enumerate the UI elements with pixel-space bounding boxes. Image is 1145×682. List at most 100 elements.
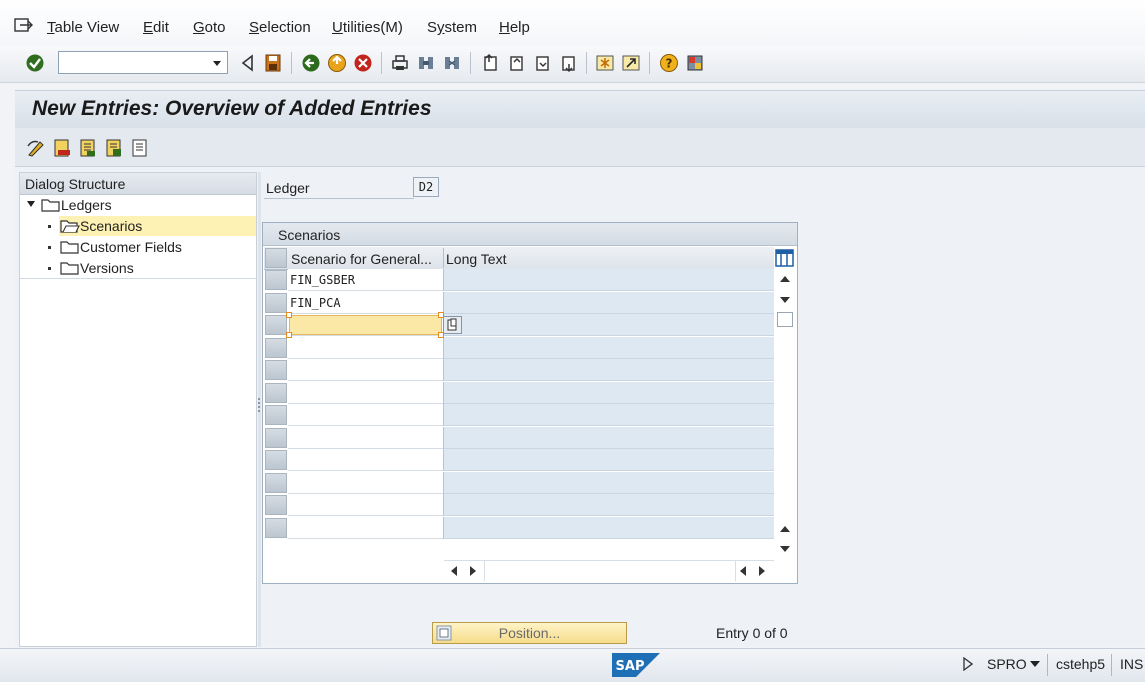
table-row-long-text-cell (443, 426, 774, 449)
active-input-cell[interactable] (289, 315, 442, 335)
scenario-value: FIN_PCA (290, 295, 341, 310)
expand-triangle-icon[interactable] (27, 200, 35, 208)
menu-item-edit[interactable]: Edit (143, 19, 169, 36)
table-row-scenario-cell[interactable] (288, 449, 443, 471)
create-session-icon[interactable] (595, 53, 615, 73)
exit-orange-icon[interactable] (327, 53, 347, 73)
dialog-structure-title: Dialog Structure (25, 176, 126, 192)
table-row-scenario-cell[interactable] (288, 404, 443, 426)
print-icon[interactable] (390, 53, 410, 73)
cancel-red-icon[interactable] (353, 53, 373, 73)
deselect-all-icon[interactable] (130, 138, 150, 158)
display-change-icon[interactable] (26, 138, 46, 158)
table-row-long-text-cell (443, 404, 774, 426)
menu-item-table-view[interactable]: Table View (47, 19, 119, 36)
scroll-right-icon[interactable] (758, 566, 766, 576)
menu-item-system[interactable]: System (427, 19, 477, 36)
scroll-right-icon[interactable] (469, 566, 477, 576)
table-settings-icon[interactable] (775, 249, 794, 267)
status-expand-icon[interactable] (963, 657, 973, 671)
select-block-icon[interactable] (104, 138, 124, 158)
scroll-down-icon[interactable] (779, 545, 791, 553)
chevron-down-icon[interactable] (210, 56, 224, 70)
tree-node-ledgers[interactable]: Ledgers (61, 197, 112, 213)
help-icon[interactable]: ? (659, 53, 679, 73)
enter-check-icon[interactable] (25, 53, 45, 73)
toolbar-separator (586, 52, 587, 74)
column-header-long-text[interactable]: Long Text (446, 251, 506, 267)
scroll-left-icon[interactable] (739, 566, 747, 576)
table-row-scenario-cell[interactable] (288, 471, 443, 494)
row-selector[interactable] (265, 427, 287, 448)
value-help-icon[interactable] (443, 316, 462, 334)
toolbar-separator (291, 52, 292, 74)
table-row-scenario-cell[interactable] (288, 426, 443, 449)
folder-icon (60, 241, 79, 254)
row-selector[interactable] (265, 360, 287, 380)
row-selector[interactable] (265, 315, 287, 335)
row-selector[interactable] (265, 337, 287, 358)
tree-node-versions[interactable]: Versions (80, 260, 134, 276)
entry-counter: Entry 0 of 0 (716, 625, 788, 641)
row-selector[interactable] (265, 472, 287, 493)
tree-node-scenarios[interactable]: Scenarios (80, 218, 142, 234)
table-row-long-text-cell (443, 449, 774, 471)
shortcut-icon[interactable] (621, 53, 641, 73)
select-all-icon[interactable] (78, 138, 98, 158)
folder-icon (60, 262, 79, 275)
transaction-code: SPRO (987, 656, 1027, 672)
folder-icon (41, 199, 60, 212)
tree-divider (20, 278, 256, 279)
table-row-scenario-cell[interactable] (288, 336, 443, 359)
table-row-long-text-cell (443, 291, 774, 314)
table-row-long-text-cell (443, 359, 774, 381)
column-header-scenario[interactable]: Scenario for General... (291, 251, 441, 267)
back-triangle-icon[interactable] (238, 53, 258, 73)
row-selector[interactable] (265, 405, 287, 425)
table-title-bar (263, 223, 797, 246)
scroll-up-icon[interactable] (779, 525, 791, 533)
menu-item-utilities-m[interactable]: Utilities(M) (332, 19, 403, 36)
save-icon[interactable] (263, 53, 283, 73)
table-row-scenario-cell[interactable] (288, 516, 443, 539)
menu-item-selection[interactable]: Selection (249, 19, 311, 36)
chevron-down-icon[interactable] (1030, 660, 1040, 668)
menu-item-goto[interactable]: Goto (193, 19, 226, 36)
table-row-scenario-cell[interactable] (288, 381, 443, 404)
last-page-icon[interactable] (558, 53, 578, 73)
row-selector[interactable] (265, 382, 287, 403)
exit-menu-icon[interactable] (14, 16, 34, 34)
find-next-icon[interactable] (442, 53, 462, 73)
scroll-up-icon[interactable] (779, 275, 791, 283)
table-row-long-text-cell (443, 494, 774, 516)
status-separator (1111, 654, 1112, 676)
svg-text:?: ? (666, 57, 673, 71)
back-green-icon[interactable] (301, 53, 321, 73)
select-all-rows-button[interactable] (265, 248, 287, 268)
menu-item-help[interactable]: Help (499, 19, 530, 36)
row-selector[interactable] (265, 450, 287, 470)
row-selector[interactable] (265, 292, 287, 313)
previous-page-icon[interactable] (506, 53, 526, 73)
delete-entry-icon[interactable] (52, 138, 72, 158)
scenario-value: FIN_GSBER (290, 273, 356, 287)
insert-mode: INS (1120, 656, 1144, 672)
find-icon[interactable] (416, 53, 436, 73)
row-selector[interactable] (265, 517, 287, 538)
row-selector[interactable] (265, 270, 287, 290)
scroll-track[interactable] (484, 561, 736, 581)
scroll-thumb[interactable] (777, 312, 793, 327)
row-selector[interactable] (265, 495, 287, 515)
table-row-scenario-cell[interactable] (288, 359, 443, 381)
next-page-icon[interactable] (532, 53, 552, 73)
toolbar-separator (649, 52, 650, 74)
first-page-icon[interactable] (480, 53, 500, 73)
table-row-scenario-cell[interactable] (288, 494, 443, 516)
tree-node-customer-fields[interactable]: Customer Fields (80, 239, 182, 255)
position-button-label: Position... (498, 625, 561, 641)
scroll-down-icon[interactable] (779, 296, 791, 304)
customize-layout-icon[interactable] (685, 53, 705, 73)
tree-bullet (48, 225, 51, 228)
command-field[interactable] (58, 51, 228, 74)
scroll-left-icon[interactable] (450, 566, 458, 576)
